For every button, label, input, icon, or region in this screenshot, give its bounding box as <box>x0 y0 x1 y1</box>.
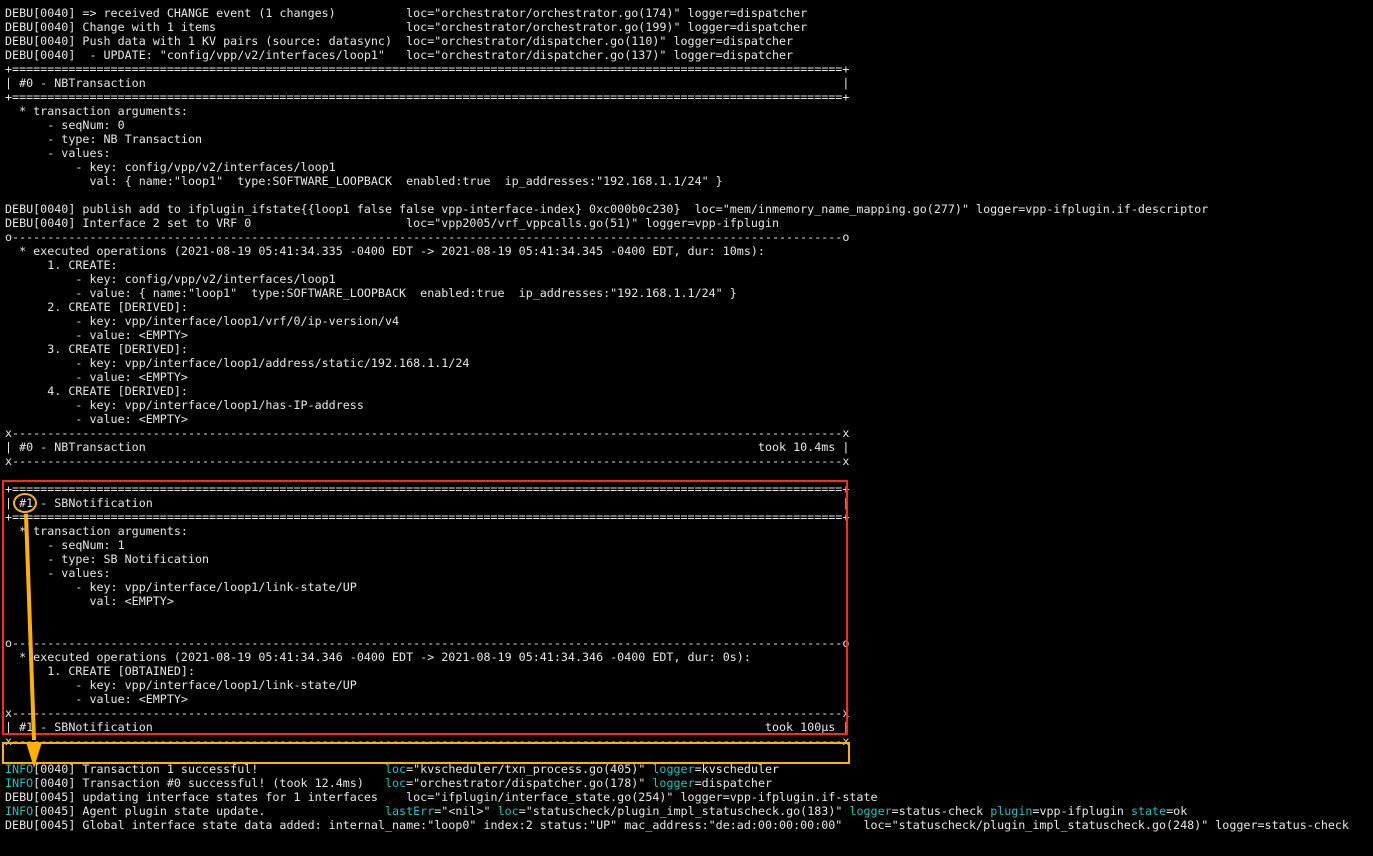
log-level-label: INFO <box>5 804 34 818</box>
log-line: - key: vpp/interface/loop1/link-state/UP <box>5 678 357 692</box>
log-line: - key: config/vpp/v2/interfaces/loop1 <box>5 160 336 174</box>
log-field-value: ="kvscheduler/txn_process.go(405)" <box>406 762 653 776</box>
log-line: 1. CREATE [OBTAINED]: <box>5 664 195 678</box>
log-field-value: =ok <box>1166 804 1188 818</box>
log-line: val: <EMPTY> <box>5 594 174 608</box>
log-line: DEBU[0040] Change with 1 items loc="orch… <box>5 20 808 34</box>
log-line: DEBU[0040] Interface 2 set to VRF 0 loc=… <box>5 216 780 230</box>
log-line: - value: <EMPTY> <box>5 370 188 384</box>
log-field-key: loc <box>497 804 519 818</box>
log-line: * executed operations (2021-08-19 05:41:… <box>5 244 765 258</box>
debu-line-interface-states: DEBU[0045] updating interface states for… <box>5 790 878 804</box>
log-line: +=======================================… <box>5 510 850 524</box>
log-line: | #0 - NBTransaction took 10.4ms | <box>5 440 850 454</box>
log-line: DEBU[0040] publish add to ifplugin_ifsta… <box>5 202 1209 216</box>
info-line-transaction-1: INFO[0040] Transaction 1 successful! loc… <box>5 762 1371 776</box>
log-line: 3. CREATE [DERIVED]: <box>5 342 188 356</box>
log-line: - values: <box>5 566 111 580</box>
log-line: * executed operations (2021-08-19 05:41:… <box>5 650 751 664</box>
log-line: DEBU[0040] Push data with 1 KV pairs (so… <box>5 34 794 48</box>
log-lines: DEBU[0040] => received CHANGE event (1 c… <box>5 6 1371 762</box>
log-line: - key: vpp/interface/loop1/vrf/0/ip-vers… <box>5 314 400 328</box>
log-line: 1. CREATE: <box>5 258 118 272</box>
log-line: - seqNum: 1 <box>5 538 125 552</box>
terminal-output[interactable]: DEBU[0040] => received CHANGE event (1 c… <box>5 6 1371 832</box>
log-line: o---------------------------------------… <box>5 636 850 650</box>
log-line: o---------------------------------------… <box>5 230 850 244</box>
log-line: x---------------------------------------… <box>5 454 850 468</box>
log-field-key: lastErr <box>384 804 435 818</box>
log-line: - key: vpp/interface/loop1/address/stati… <box>5 356 470 370</box>
log-field-key: loc <box>384 776 407 790</box>
log-field-value: =vpp-ifplugin <box>1032 804 1131 818</box>
log-line: - type: NB Transaction <box>5 132 203 146</box>
log-line: DEBU[0040] - UPDATE: "config/vpp/v2/inte… <box>5 48 794 62</box>
log-line: x---------------------------------------… <box>5 734 850 748</box>
log-line: 2. CREATE [DERIVED]: <box>5 300 188 314</box>
log-line: - value: <EMPTY> <box>5 692 188 706</box>
log-field-key: loc <box>384 762 407 776</box>
log-message: [0040] Transaction #0 successful! (took … <box>33 776 385 790</box>
log-line: +=======================================… <box>5 62 850 76</box>
log-field-key: logger <box>652 762 695 776</box>
log-line: 4. CREATE [DERIVED]: <box>5 384 188 398</box>
log-line: | #0 - NBTransaction | <box>5 76 850 90</box>
log-line: x---------------------------------------… <box>5 426 850 440</box>
log-field-value: =status-check <box>891 804 991 818</box>
log-line: x---------------------------------------… <box>5 706 850 720</box>
log-line: - value: <EMPTY> <box>5 328 188 342</box>
log-line: - value: <EMPTY> <box>5 412 188 426</box>
log-line: +=======================================… <box>5 90 850 104</box>
log-message: [0040] Transaction 1 successful! <box>33 762 385 776</box>
log-field-key: plugin <box>990 804 1033 818</box>
log-line: val: { name:"loop1" type:SOFTWARE_LOOPBA… <box>5 174 723 188</box>
info-line-transaction-0: INFO[0040] Transaction #0 successful! (t… <box>5 776 1371 790</box>
log-line: - type: SB Notification <box>5 552 210 566</box>
log-field-value: =kvscheduler <box>694 762 780 776</box>
log-message: [0045] Agent plugin state update. <box>33 804 385 818</box>
log-field-value: ="<nil>" <box>434 804 498 818</box>
log-line: - key: vpp/interface/loop1/link-state/UP <box>5 580 357 594</box>
log-field-key: logger <box>849 804 892 818</box>
log-field-key: logger <box>652 776 695 790</box>
log-line: * transaction arguments: <box>5 104 188 118</box>
log-field-value: ="orchestrator/dispatcher.go(178)" <box>406 776 653 790</box>
log-level-label: INFO <box>5 776 34 790</box>
log-line: - values: <box>5 146 111 160</box>
log-line: | #1 - SBNotification took 100µs | <box>5 720 850 734</box>
log-level-label: INFO <box>5 762 34 776</box>
log-field-value: ="statuscheck/plugin_impl_statuscheck.go… <box>518 804 850 818</box>
log-line: - key: vpp/interface/loop1/has-IP-addres… <box>5 398 364 412</box>
log-line: * transaction arguments: <box>5 524 188 538</box>
log-line: - key: config/vpp/v2/interfaces/loop1 <box>5 272 336 286</box>
log-line: - seqNum: 0 <box>5 118 125 132</box>
log-line: | #1 - SBNotification | <box>5 496 850 510</box>
info-line-plugin-state: INFO[0045] Agent plugin state update. la… <box>5 804 1371 818</box>
log-field-value: =dispatcher <box>694 776 773 790</box>
log-field-key: state <box>1130 804 1167 818</box>
debu-line-global-state: DEBU[0045] Global interface state data a… <box>5 818 1349 832</box>
log-line: +=======================================… <box>5 482 850 496</box>
log-line: - value: { name:"loop1" type:SOFTWARE_LO… <box>5 286 737 300</box>
log-line: DEBU[0040] => received CHANGE event (1 c… <box>5 6 808 20</box>
